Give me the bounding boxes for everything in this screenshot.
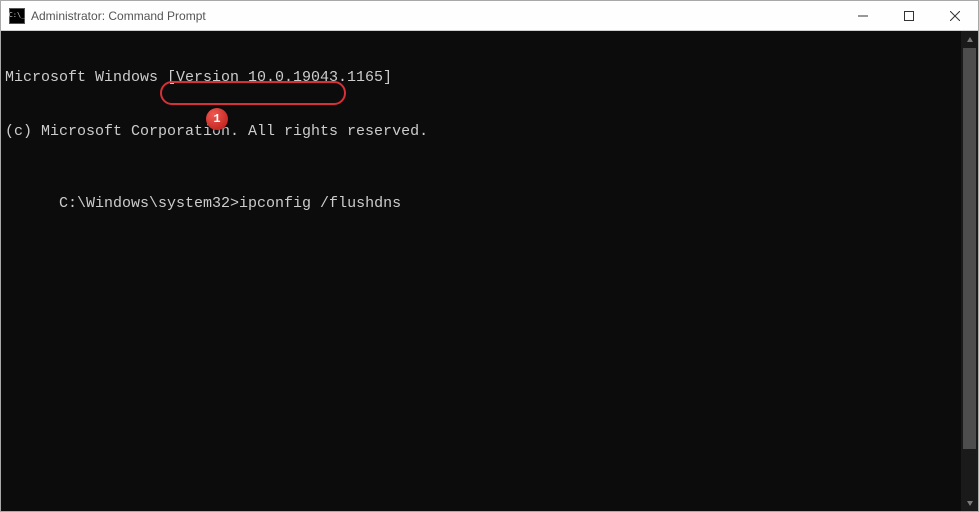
maximize-button[interactable] bbox=[886, 1, 932, 31]
scrollbar-track[interactable] bbox=[961, 48, 978, 494]
scrollbar-thumb[interactable] bbox=[963, 48, 976, 449]
minimize-button[interactable] bbox=[840, 1, 886, 31]
titlebar[interactable]: Administrator: Command Prompt bbox=[1, 1, 978, 31]
close-button[interactable] bbox=[932, 1, 978, 31]
terminal-output[interactable]: Microsoft Windows [Version 10.0.19043.11… bbox=[1, 31, 961, 511]
terminal-line: Microsoft Windows [Version 10.0.19043.11… bbox=[5, 69, 957, 87]
vertical-scrollbar[interactable] bbox=[961, 31, 978, 511]
terminal-line: (c) Microsoft Corporation. All rights re… bbox=[5, 123, 957, 141]
window-title: Administrator: Command Prompt bbox=[31, 9, 206, 23]
terminal-prompt-line: C:\Windows\system32>ipconfig /flushdns bbox=[59, 195, 401, 213]
scroll-down-button[interactable] bbox=[961, 494, 978, 511]
scroll-up-button[interactable] bbox=[961, 31, 978, 48]
cmd-icon bbox=[9, 8, 25, 24]
command-text: ipconfig /flushdns bbox=[239, 195, 401, 212]
command-prompt-window: Administrator: Command Prompt Microsoft … bbox=[0, 0, 979, 512]
prompt-text: C:\Windows\system32> bbox=[59, 195, 239, 212]
client-area: Microsoft Windows [Version 10.0.19043.11… bbox=[1, 31, 978, 511]
